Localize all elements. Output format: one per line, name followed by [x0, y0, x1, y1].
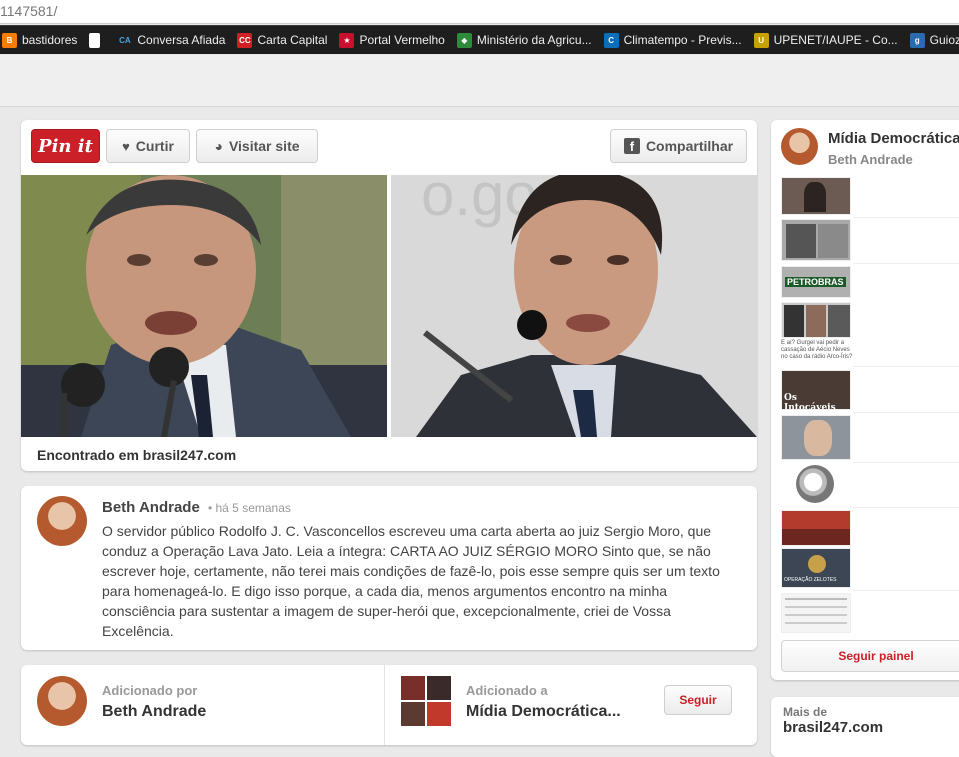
divider [853, 462, 959, 463]
board-thumb[interactable] [781, 302, 851, 338]
petrobras-logo: PETROBRAS [785, 277, 846, 287]
bookmark-item[interactable]: ◆ Ministério da Agricu... [456, 32, 598, 48]
climatempo-icon: C [603, 32, 619, 48]
share-label: Compartilhar [645, 138, 734, 154]
follow-board-button[interactable]: Seguir painel [781, 640, 959, 672]
added-by-label: Adicionado por [102, 683, 198, 698]
bookmark-item[interactable] [89, 32, 111, 48]
divider [853, 590, 959, 591]
pin-card: Pin it ♥ Curtir ◕ Visitar site f Compart… [21, 120, 757, 471]
board-thumb[interactable] [781, 415, 851, 460]
board-thumb[interactable]: OPERAÇÃO ZELOTES [781, 548, 851, 588]
intocaveis-text: Os Intocáveis [784, 393, 836, 410]
share-button[interactable]: f Compartilhar [610, 129, 747, 163]
bookmark-item[interactable]: CC Carta Capital [237, 32, 333, 48]
found-domain[interactable]: brasil247.com [143, 447, 236, 463]
bookmark-item[interactable]: C Climatempo - Previs... [603, 32, 748, 48]
visit-site-button[interactable]: ◕ Visitar site [196, 129, 318, 163]
page-icon [89, 32, 101, 48]
author-avatar[interactable] [37, 496, 87, 546]
board-owner[interactable]: Beth Andrade [828, 152, 913, 167]
bookmarks-bar: Bbastidores CA Conversa Afiada CC Carta Capi… [0, 25, 959, 54]
added-by-avatar[interactable] [37, 676, 87, 726]
board-mosaic-icon[interactable] [401, 676, 451, 726]
follow-board-label: Seguir painel [838, 649, 914, 663]
bookmark-label: Climatempo - Previs... [623, 33, 742, 47]
facebook-icon: f [623, 138, 640, 154]
like-button[interactable]: ♥ Curtir [106, 129, 190, 163]
pin-description-text: O servidor público Rodolfo J. C. Vasconc… [102, 523, 720, 639]
follow-label: Seguir [679, 693, 717, 707]
bookmark-label: UPENET/IAUPE - Co... [773, 33, 898, 47]
globe-icon: ◕ [214, 138, 223, 154]
pin-image[interactable]: o.go [21, 175, 757, 437]
board-thumb[interactable] [781, 177, 851, 215]
board-thumb-caption: E aí? Gurgel vai pedir a cassação de Aéc… [781, 340, 853, 360]
board-thumb[interactable]: Os Intocáveis [781, 370, 851, 410]
author-name-line: Beth Andrade • há 5 semanas [102, 499, 291, 516]
bookmark-label: Carta Capital [257, 33, 328, 47]
author-name[interactable]: Beth Andrade [102, 499, 200, 516]
more-from-card: Mais de brasil247.com [771, 697, 959, 757]
bookmark-item[interactable]: U UPENET/IAUPE - Co... [753, 32, 904, 48]
page-header [0, 55, 959, 107]
operacao-text: OPERAÇÃO ZELOTES [784, 577, 837, 583]
visit-label: Visitar site [228, 138, 300, 154]
bookmark-item[interactable]: ★ Portal Vermelho [339, 32, 450, 48]
post-time: • há 5 semanas [207, 501, 291, 515]
ca-icon: CA [117, 32, 133, 48]
board-thumb[interactable]: PETROBRAS [781, 266, 851, 298]
cc-icon: CC [237, 32, 253, 48]
divider [853, 366, 959, 367]
board-title[interactable]: Mídia Democrática [828, 130, 959, 147]
globo-logo-icon[interactable] [796, 465, 834, 503]
pin-it-button[interactable]: Pin it [31, 129, 100, 163]
added-to-label: Adicionado a [466, 683, 548, 698]
heart-icon: ♥ [122, 138, 130, 154]
upe-icon: U [753, 32, 769, 48]
bookmark-item[interactable]: g Guioz [909, 32, 959, 48]
bookmark-item[interactable]: Bbastidores [2, 32, 83, 48]
added-info-card: Adicionado por Beth Andrade Adicionado a… [21, 665, 757, 745]
bookmark-label: Ministério da Agricu... [476, 33, 592, 47]
guioz-icon: g [909, 32, 925, 48]
board-thumb[interactable] [781, 593, 851, 633]
url-text[interactable]: 1147581/ [0, 3, 57, 19]
bookmark-item[interactable]: CA Conversa Afiada [117, 32, 231, 48]
follow-button[interactable]: Seguir [664, 685, 732, 715]
bookmark-label: Conversa Afiada [137, 33, 226, 47]
more-from-label: Mais de [783, 705, 828, 719]
board-thumb[interactable] [781, 510, 851, 546]
board-thumb[interactable] [781, 219, 851, 261]
bookmark-label: Portal Vermelho [359, 33, 445, 47]
bookmark-label: bastidores [22, 33, 78, 47]
divider [853, 217, 959, 218]
found-prefix: Encontrado em [37, 447, 139, 463]
divider [853, 507, 959, 508]
divider [853, 263, 959, 264]
blogger-icon: B [2, 32, 17, 48]
divider [853, 412, 959, 413]
divider [384, 665, 385, 745]
added-by-name[interactable]: Beth Andrade [102, 703, 206, 721]
pin-description-card: Beth Andrade • há 5 semanas O servidor p… [21, 486, 757, 650]
star-icon: ★ [339, 32, 355, 48]
found-on-text[interactable]: Encontrado em brasil247.com [37, 447, 236, 463]
brasil-flag-icon: ◆ [456, 32, 472, 48]
board-owner-avatar[interactable] [781, 128, 818, 165]
address-bar[interactable]: 1147581/ [0, 0, 959, 24]
like-label: Curtir [135, 138, 174, 154]
added-to-board[interactable]: Mídia Democrática... [466, 703, 621, 721]
bookmark-label: Guioz [929, 33, 959, 47]
board-card: Mídia Democrática Beth Andrade PETROBRAS… [771, 120, 959, 680]
